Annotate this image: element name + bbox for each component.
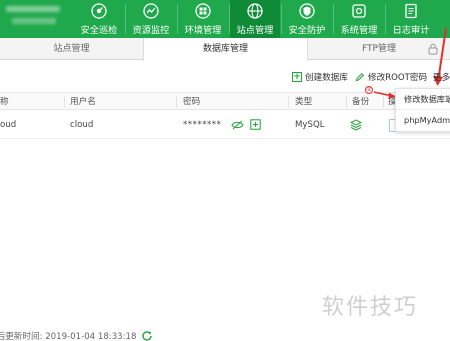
nav-item-label: 站点管理 xyxy=(236,25,274,36)
col-password: 密码 xyxy=(183,97,201,107)
more-button[interactable]: 更多 xyxy=(433,70,450,84)
brand-logo xyxy=(2,2,68,32)
nav-item-label: 环境管理 xyxy=(184,25,222,36)
create-database-label: 创建数据库 xyxy=(305,73,348,83)
more-dropdown-menu: 修改数据库端口 phpMyAdmin xyxy=(395,88,450,132)
layers-icon[interactable] xyxy=(350,119,362,131)
chart-icon xyxy=(143,3,159,19)
col-name: 称 xyxy=(0,97,9,107)
cell-type: MySQL xyxy=(295,120,325,130)
hide-password-icon[interactable] xyxy=(231,120,244,130)
create-database-button[interactable]: + 创建数据库 xyxy=(292,70,348,84)
tab-database-management[interactable]: 数据库管理 xyxy=(143,38,308,61)
edit-icon xyxy=(355,72,365,82)
col-username: 用户名 xyxy=(70,97,96,107)
gauge-icon xyxy=(91,3,107,19)
cell-password: ******** xyxy=(183,120,222,130)
refresh-icon[interactable] xyxy=(141,330,153,341)
nav-item-site-management[interactable]: 站点管理 xyxy=(230,0,280,38)
table-row: oud cloud ******** MySQL xyxy=(0,111,450,139)
nav-item-label: 系统管理 xyxy=(340,25,378,36)
change-root-password-label: 修改ROOT密码 xyxy=(368,73,428,83)
nav-item-protection[interactable]: 安全防护 xyxy=(282,0,332,38)
nav-item-system[interactable]: 系统管理 xyxy=(334,0,384,38)
grid-icon xyxy=(195,3,211,19)
nav-item-security-check[interactable]: 安全巡检 xyxy=(74,0,124,38)
doc-icon xyxy=(405,3,417,19)
watermark: 软件技巧 xyxy=(322,295,419,320)
cell-db-name: oud xyxy=(0,120,17,130)
nav-item-label: 安全防护 xyxy=(288,25,326,36)
menu-item-phpmyadmin[interactable]: phpMyAdmin xyxy=(396,110,450,131)
sub-tab-bar: 站点管理 数据库管理 FTP管理 xyxy=(0,38,450,61)
nav-item-label: 安全巡检 xyxy=(80,25,118,36)
shield-icon xyxy=(299,3,315,19)
tab-site-management[interactable]: 站点管理 xyxy=(0,38,143,60)
col-type: 类型 xyxy=(295,97,313,107)
plus-icon: + xyxy=(292,72,302,82)
nav-item-environment[interactable]: 环境管理 xyxy=(178,0,228,38)
more-label: 更多 xyxy=(433,73,450,83)
last-update-footer: 最后更新时间: 2019-01-04 18:33:18 xyxy=(0,330,153,341)
top-navbar: 安全巡检 资源监控 环境管理 站点管理 安全防护 系统管理 日志审计 xyxy=(0,0,450,38)
last-update-label: 最后更新时间: 2019-01-04 18:33:18 xyxy=(0,332,137,341)
menu-item-change-db-port[interactable]: 修改数据库端口 xyxy=(396,89,450,110)
cell-username: cloud xyxy=(70,120,94,130)
nav-item-resource-monitor[interactable]: 资源监控 xyxy=(126,0,176,38)
copy-icon[interactable] xyxy=(250,119,261,130)
nav-item-label: 资源监控 xyxy=(132,25,170,36)
change-root-password-button[interactable]: 修改ROOT密码 xyxy=(355,70,427,84)
gear-icon xyxy=(352,4,366,18)
col-backup: 备份 xyxy=(352,97,370,107)
globe-icon xyxy=(247,3,263,19)
